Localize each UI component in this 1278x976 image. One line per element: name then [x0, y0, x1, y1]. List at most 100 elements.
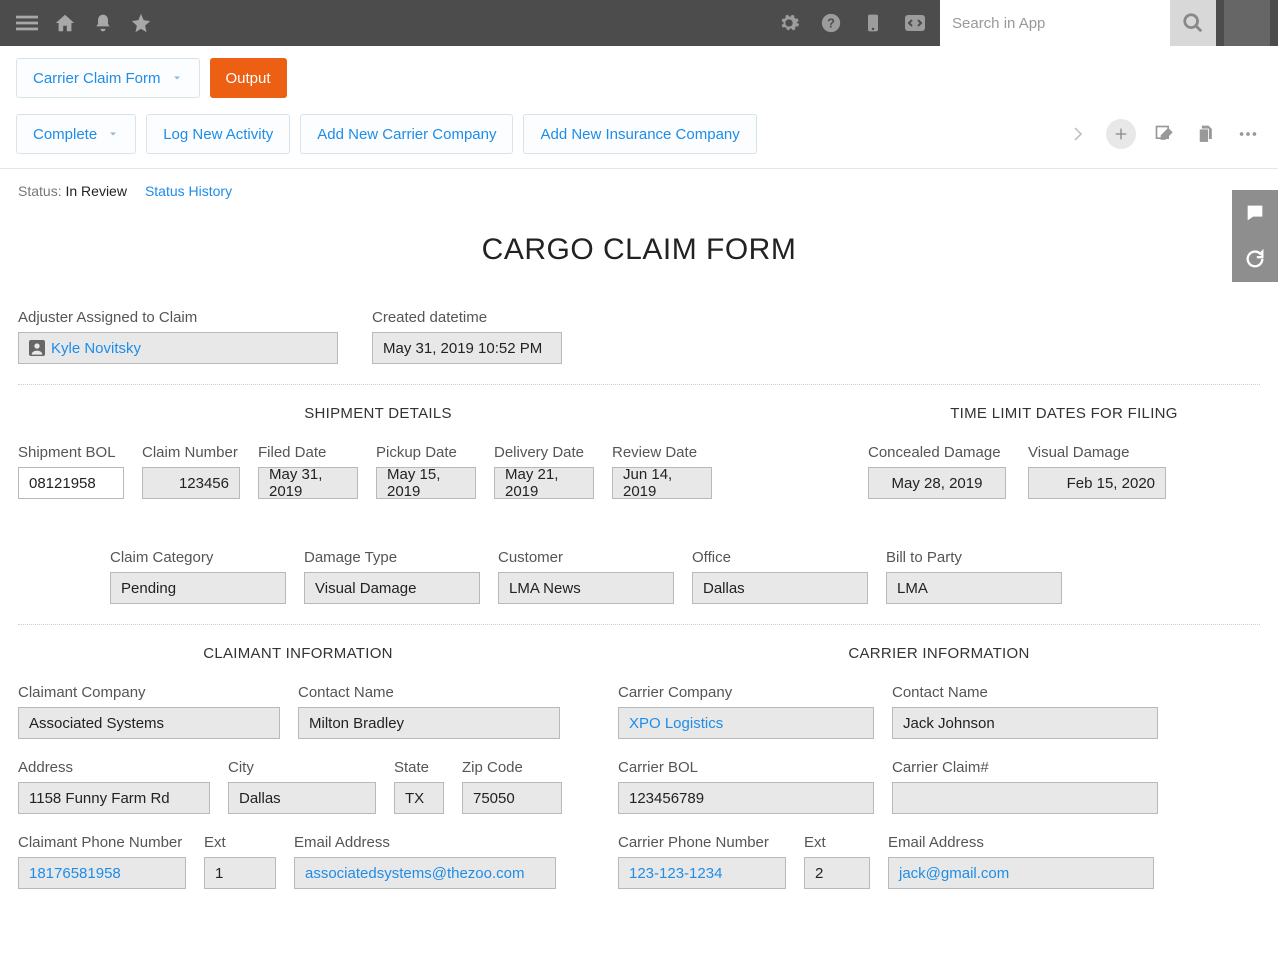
- shipment-and-limits-row: SHIPMENT DETAILS Shipment BOL 08121958 C…: [18, 405, 1260, 519]
- output-button[interactable]: Output: [210, 58, 287, 98]
- carrier-contact-value[interactable]: Jack Johnson: [892, 707, 1158, 739]
- claimant-contact-label: Contact Name: [298, 684, 560, 701]
- carrier-claim-value[interactable]: [892, 782, 1158, 814]
- category-row: Claim Category Pending Damage Type Visua…: [18, 549, 1260, 610]
- log-activity-button[interactable]: Log New Activity: [146, 114, 290, 154]
- claim-category-value[interactable]: Pending: [110, 572, 286, 604]
- carrier-claim-label: Carrier Claim#: [892, 759, 1158, 776]
- carrier-email-label: Email Address: [888, 834, 1154, 851]
- carrier-contact-label: Contact Name: [892, 684, 1158, 701]
- subbar: Carrier Claim Form Output: [0, 46, 1278, 108]
- complete-label: Complete: [33, 126, 97, 143]
- carrier-bol-value[interactable]: 123456789: [618, 782, 874, 814]
- claimant-zip-label: Zip Code: [462, 759, 562, 776]
- damage-type-label: Damage Type: [304, 549, 480, 566]
- form-selector-dropdown[interactable]: Carrier Claim Form: [16, 58, 200, 98]
- hamburger-menu-icon[interactable]: [12, 8, 42, 38]
- mobile-icon[interactable]: [856, 6, 890, 40]
- adjuster-value-box[interactable]: Kyle Novitsky: [18, 332, 338, 364]
- content: Status: In Review Status History CARGO C…: [0, 169, 1278, 949]
- next-arrow-icon[interactable]: [1064, 120, 1092, 148]
- actionbar-right: [1064, 119, 1262, 149]
- carrier-email-value[interactable]: jack@gmail.com: [888, 857, 1154, 889]
- bill-to-value[interactable]: LMA: [886, 572, 1062, 604]
- status-value: In Review: [65, 183, 126, 199]
- code-icon[interactable]: [898, 6, 932, 40]
- complete-dropdown[interactable]: Complete: [16, 114, 136, 154]
- office-value[interactable]: Dallas: [692, 572, 868, 604]
- topbar: ?: [0, 0, 1278, 46]
- created-label: Created datetime: [372, 309, 562, 326]
- claimant-zip-value[interactable]: 75050: [462, 782, 562, 814]
- delivery-date-label: Delivery Date: [494, 444, 594, 461]
- search-input[interactable]: [940, 0, 1170, 46]
- claimant-address-label: Address: [18, 759, 210, 776]
- topbar-right: ?: [772, 0, 1270, 46]
- status-row: Status: In Review Status History: [18, 183, 1260, 199]
- claim-number-value: 123456: [142, 467, 240, 499]
- help-icon[interactable]: ?: [814, 6, 848, 40]
- add-insurance-button[interactable]: Add New Insurance Company: [523, 114, 756, 154]
- log-activity-label: Log New Activity: [163, 126, 273, 143]
- claimant-title: CLAIMANT INFORMATION: [18, 645, 578, 662]
- claimant-email-value[interactable]: associatedsystems@thezoo.com: [294, 857, 556, 889]
- damage-type-value[interactable]: Visual Damage: [304, 572, 480, 604]
- created-field: Created datetime May 31, 2019 10:52 PM: [372, 309, 562, 364]
- claimant-company-label: Claimant Company: [18, 684, 280, 701]
- chevron-down-icon: [107, 128, 119, 140]
- actionbar: Complete Log New Activity Add New Carrie…: [0, 108, 1278, 169]
- bell-icon[interactable]: [88, 8, 118, 38]
- filed-date-label: Filed Date: [258, 444, 358, 461]
- bill-to-label: Bill to Party: [886, 549, 1062, 566]
- visual-label: Visual Damage: [1028, 444, 1166, 461]
- claimant-state-label: State: [394, 759, 444, 776]
- customer-value[interactable]: LMA News: [498, 572, 674, 604]
- user-icon: [29, 340, 45, 356]
- claimant-contact-value[interactable]: Milton Bradley: [298, 707, 560, 739]
- carrier-phone-value[interactable]: 123-123-1234: [618, 857, 786, 889]
- claimant-state-value[interactable]: TX: [394, 782, 444, 814]
- search-button[interactable]: [1170, 0, 1216, 46]
- page-title: CARGO CLAIM FORM: [18, 205, 1260, 309]
- carrier-company-value[interactable]: XPO Logistics: [618, 707, 874, 739]
- shipment-title: SHIPMENT DETAILS: [18, 405, 738, 422]
- filing-limits-section: TIME LIMIT DATES FOR FILING Concealed Da…: [778, 405, 1260, 519]
- review-date-label: Review Date: [612, 444, 712, 461]
- home-icon[interactable]: [50, 8, 80, 38]
- carrier-bol-label: Carrier BOL: [618, 759, 874, 776]
- created-value: May 31, 2019 10:52 PM: [383, 340, 542, 357]
- add-carrier-button[interactable]: Add New Carrier Company: [300, 114, 513, 154]
- carrier-ext-value[interactable]: 2: [804, 857, 870, 889]
- copy-icon[interactable]: [1192, 120, 1220, 148]
- gear-icon[interactable]: [772, 6, 806, 40]
- office-label: Office: [692, 549, 868, 566]
- claimant-ext-value[interactable]: 1: [204, 857, 276, 889]
- carrier-company-label: Carrier Company: [618, 684, 874, 701]
- add-insurance-label: Add New Insurance Company: [540, 126, 739, 143]
- claimant-city-value[interactable]: Dallas: [228, 782, 376, 814]
- pickup-date-value: May 15, 2019: [376, 467, 476, 499]
- concealed-label: Concealed Damage: [868, 444, 1006, 461]
- shipment-section: SHIPMENT DETAILS Shipment BOL 08121958 C…: [18, 405, 738, 519]
- adjuster-value: Kyle Novitsky: [51, 340, 141, 357]
- claimant-phone-value[interactable]: 18176581958: [18, 857, 186, 889]
- concealed-value: May 28, 2019: [868, 467, 1006, 499]
- shipment-bol-value[interactable]: 08121958: [18, 467, 124, 499]
- claimant-address-value[interactable]: 1158 Funny Farm Rd: [18, 782, 210, 814]
- claimant-company-value[interactable]: Associated Systems: [18, 707, 280, 739]
- star-icon[interactable]: [126, 8, 156, 38]
- shipment-bol-label: Shipment BOL: [18, 444, 124, 461]
- edit-icon[interactable]: [1150, 120, 1178, 148]
- customer-label: Customer: [498, 549, 674, 566]
- add-icon[interactable]: [1106, 119, 1136, 149]
- more-icon[interactable]: [1234, 120, 1262, 148]
- adjuster-label: Adjuster Assigned to Claim: [18, 309, 338, 326]
- status-history-link[interactable]: Status History: [145, 183, 232, 199]
- claimant-section: CLAIMANT INFORMATION Claimant Company As…: [18, 645, 578, 909]
- pickup-date-label: Pickup Date: [376, 444, 476, 461]
- svg-text:?: ?: [827, 16, 835, 31]
- search-container: [940, 0, 1216, 46]
- visual-value: Feb 15, 2020: [1028, 467, 1166, 499]
- carrier-section: CARRIER INFORMATION Carrier Company XPO …: [618, 645, 1260, 909]
- claimant-email-label: Email Address: [294, 834, 556, 851]
